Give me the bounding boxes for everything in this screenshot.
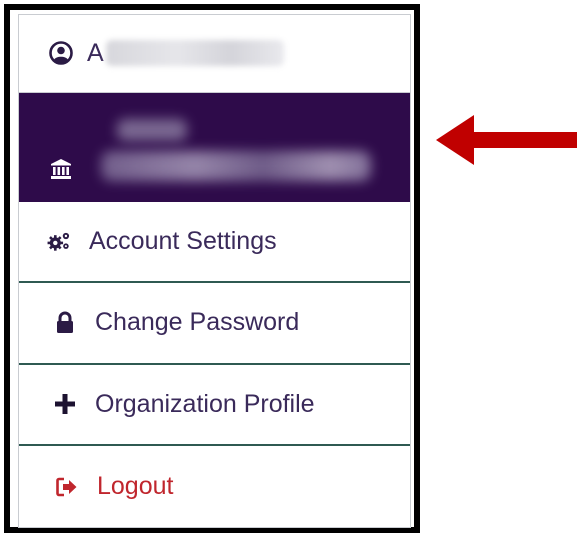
left-arrow-icon xyxy=(436,115,577,165)
gears-icon xyxy=(47,230,71,254)
logout-label: Logout xyxy=(97,472,174,501)
highlight-frame: A Account Settings Change Password Organ… xyxy=(4,4,420,533)
redacted-organization-name xyxy=(101,111,381,189)
user-dropdown-menu: A Account Settings Change Password Organ… xyxy=(18,14,411,528)
organization-row[interactable] xyxy=(19,92,410,203)
user-account-row[interactable]: A xyxy=(19,15,410,93)
change-password-label: Change Password xyxy=(95,308,300,337)
redacted-user-name xyxy=(105,40,284,67)
logout-item[interactable]: Logout xyxy=(19,446,410,527)
bank-icon xyxy=(49,157,73,181)
organization-profile-label: Organization Profile xyxy=(95,389,315,418)
lock-icon xyxy=(53,311,77,335)
plus-icon xyxy=(53,392,77,416)
sign-out-icon xyxy=(55,475,79,499)
user-circle-icon xyxy=(49,41,73,66)
account-settings-item[interactable]: Account Settings xyxy=(19,202,410,283)
organization-profile-item[interactable]: Organization Profile xyxy=(19,365,410,447)
user-name-initial: A xyxy=(87,38,104,67)
change-password-item[interactable]: Change Password xyxy=(19,283,410,365)
account-settings-label: Account Settings xyxy=(89,227,277,256)
